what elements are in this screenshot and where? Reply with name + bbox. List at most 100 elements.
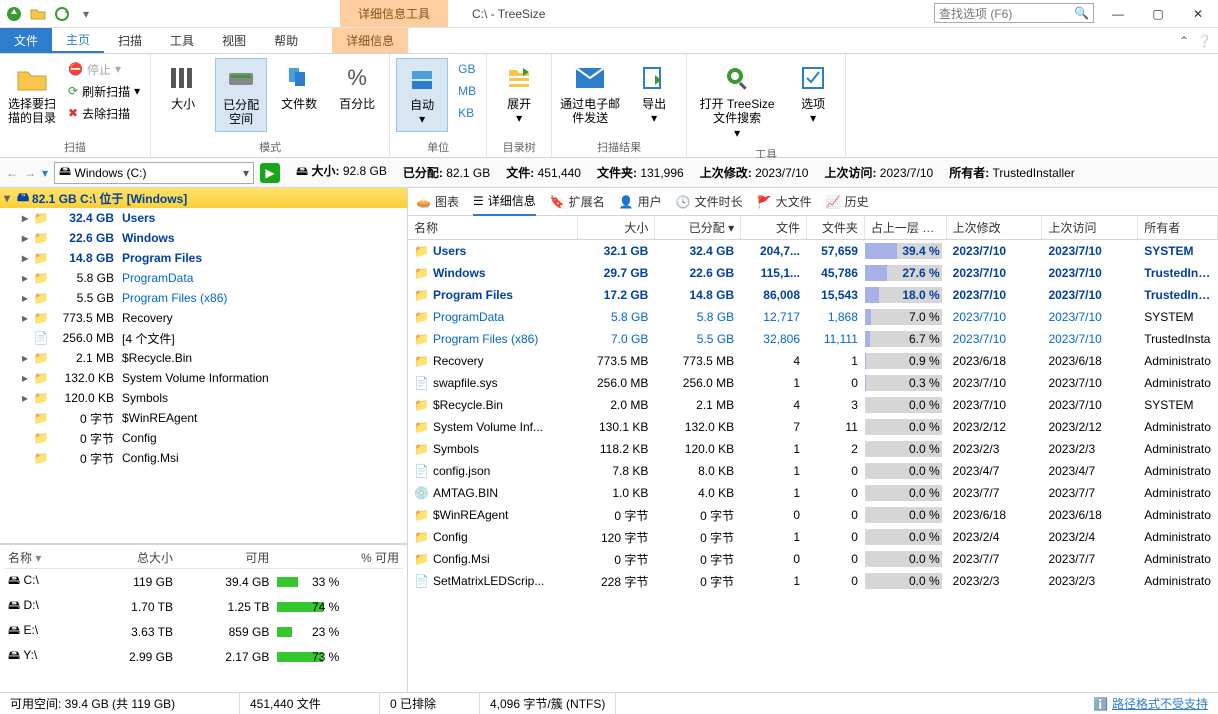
col-alloc[interactable]: 已分配 ▾	[655, 216, 741, 239]
remove-scan-button[interactable]: ✖去除扫描	[64, 102, 144, 124]
drives-col-name[interactable]: 名称 ▾	[4, 547, 81, 569]
drive-combobox[interactable]: 🖴 Windows (C:)▾	[54, 162, 254, 184]
scan-play-button[interactable]: ▶	[260, 163, 280, 183]
help-icon[interactable]: ❔	[1197, 34, 1212, 48]
tree-node[interactable]: 📁0 字节Config	[0, 428, 407, 448]
dtab-big[interactable]: 🚩大文件	[757, 193, 812, 210]
status-warning-link[interactable]: ℹ️路径格式不受支持	[1083, 695, 1218, 712]
table-row[interactable]: 📁Config120 字节0 字节100.0 %2023/2/42023/2/4…	[408, 526, 1218, 548]
table-row[interactable]: 📄config.json7.8 KB8.0 KB100.0 %2023/4/72…	[408, 460, 1218, 482]
tab-view[interactable]: 视图	[208, 28, 260, 53]
tree-node[interactable]: 📄256.0 MB[4 个文件]	[0, 328, 407, 348]
tree-node[interactable]: ▸📁5.8 GBProgramData	[0, 268, 407, 288]
options-search-input[interactable]: 查找选项 (F6) 🔍	[934, 3, 1094, 23]
qat-refresh-icon[interactable]	[52, 4, 72, 24]
table-row[interactable]: 📁Program Files (x86)7.0 GB5.5 GB32,80611…	[408, 328, 1218, 350]
tree-node[interactable]: ▸📁773.5 MBRecovery	[0, 308, 407, 328]
dtab-users[interactable]: 👤用户	[619, 193, 662, 210]
dtab-age[interactable]: 🕓文件时长	[676, 193, 743, 210]
unit-mb-button[interactable]: MB	[454, 80, 480, 102]
dtab-chart[interactable]: 🥧图表	[416, 193, 459, 210]
col-files[interactable]: 文件	[741, 216, 807, 239]
drive-row[interactable]: 🖴 Y:\2.99 GB2.17 GB73 %	[4, 644, 403, 669]
tree-node[interactable]: ▸📁22.6 GBWindows	[0, 228, 407, 248]
unit-kb-button[interactable]: KB	[454, 102, 480, 124]
rescan-button[interactable]: ⟳刷新扫描 ▾	[64, 80, 144, 102]
col-mod[interactable]: 上次修改	[947, 216, 1043, 239]
table-row[interactable]: 📁Program Files17.2 GB14.8 GB86,00815,543…	[408, 284, 1218, 306]
export-button[interactable]: 导出 ▾	[628, 58, 680, 130]
detail-table[interactable]: 名称 大小 已分配 ▾ 文件 文件夹 占上一层 %... 上次修改 上次访问 所…	[408, 216, 1218, 692]
email-button[interactable]: 通过电子邮件发送	[558, 58, 622, 130]
drive-row[interactable]: 🖴 E:\3.63 TB859 GB23 %	[4, 619, 403, 644]
tree-node[interactable]: ▸📁132.0 KBSystem Volume Information	[0, 368, 407, 388]
stop-scan-button[interactable]: ⛔停止 ▾	[64, 58, 144, 80]
table-row[interactable]: 📁ProgramData5.8 GB5.8 GB12,7171,8687.0 %…	[408, 306, 1218, 328]
table-row[interactable]: 📁Windows29.7 GB22.6 GB115,1...45,78627.6…	[408, 262, 1218, 284]
tree-node[interactable]: 📁0 字节$WinREAgent	[0, 408, 407, 428]
tree-root[interactable]: ▾🖴82.1 GB C:\ 位于 [Windows]	[0, 188, 407, 208]
table-row[interactable]: 💿AMTAG.BIN1.0 KB4.0 KB100.0 %2023/7/7202…	[408, 482, 1218, 504]
select-directory-button[interactable]: 选择要扫描的目录	[6, 58, 58, 130]
tab-tools[interactable]: 工具	[156, 28, 208, 53]
col-pct[interactable]: 占上一层 %...	[865, 216, 947, 239]
table-row[interactable]: 📄SetMatrixLEDScrip...228 字节0 字节100.0 %20…	[408, 570, 1218, 592]
unit-gb-button[interactable]: GB	[454, 58, 480, 80]
mode-files-button[interactable]: 文件数	[273, 58, 325, 115]
tree-node[interactable]: ▸📁2.1 MB$Recycle.Bin	[0, 348, 407, 368]
tab-home[interactable]: 主页	[52, 28, 104, 53]
tree-node[interactable]: ▸📁32.4 GBUsers	[0, 208, 407, 228]
maximize-button[interactable]: ▢	[1138, 0, 1178, 27]
qat-open-icon[interactable]	[28, 4, 48, 24]
expand-button[interactable]: 展开 ▾	[493, 58, 545, 130]
tree-node[interactable]: ▸📁5.5 GBProgram Files (x86)	[0, 288, 407, 308]
col-acc[interactable]: 上次访问	[1042, 216, 1138, 239]
tree-node[interactable]: ▸📁120.0 KBSymbols	[0, 388, 407, 408]
open-search-button[interactable]: 打开 TreeSize 文件搜索 ▾	[693, 58, 781, 144]
col-name[interactable]: 名称	[408, 216, 578, 239]
tree-node[interactable]: 📁0 字节Config.Msi	[0, 448, 407, 468]
drives-col-pct[interactable]: % 可用	[273, 547, 403, 569]
col-folders[interactable]: 文件夹	[807, 216, 865, 239]
disc-icon: 💿	[414, 486, 429, 500]
drives-col-total[interactable]: 总大小	[81, 547, 177, 569]
options-button[interactable]: 选项 ▾	[787, 58, 839, 130]
drive-row[interactable]: 🖴 D:\1.70 TB1.25 TB74 %	[4, 594, 403, 619]
tree-node[interactable]: ▸📁14.8 GBProgram Files	[0, 248, 407, 268]
nav-back-icon[interactable]: ←	[6, 166, 18, 180]
folder-tree[interactable]: ▾🖴82.1 GB C:\ 位于 [Windows]▸📁32.4 GBUsers…	[0, 188, 407, 544]
col-own[interactable]: 所有者	[1138, 216, 1218, 239]
mode-percent-button[interactable]: %百分比	[331, 58, 383, 115]
detail-tabs: 🥧图表 ☰详细信息 🔖扩展名 👤用户 🕓文件时长 🚩大文件 📈历史	[408, 188, 1218, 216]
close-button[interactable]: ✕	[1178, 0, 1218, 27]
nav-forward-icon[interactable]: →	[24, 166, 36, 180]
drives-col-free[interactable]: 可用	[177, 547, 273, 569]
tab-details-context[interactable]: 详细信息	[332, 28, 408, 53]
unit-auto-button[interactable]: 自动 ▾	[396, 58, 448, 132]
mode-allocated-button[interactable]: 已分配空间	[215, 58, 267, 132]
collapse-ribbon-icon[interactable]: ⌃	[1179, 34, 1189, 48]
bars-icon	[167, 62, 199, 94]
folder-icon: 📁	[414, 442, 429, 456]
tab-scan[interactable]: 扫描	[104, 28, 156, 53]
dtab-ext[interactable]: 🔖扩展名	[550, 193, 605, 210]
dtab-details[interactable]: ☰详细信息	[473, 188, 536, 216]
table-row[interactable]: 📁Config.Msi0 字节0 字节000.0 %2023/7/72023/7…	[408, 548, 1218, 570]
minimize-button[interactable]: —	[1098, 0, 1138, 27]
table-row[interactable]: 📁$Recycle.Bin2.0 MB2.1 MB430.0 %2023/7/1…	[408, 394, 1218, 416]
table-row[interactable]: 📄swapfile.sys256.0 MB256.0 MB100.3 %2023…	[408, 372, 1218, 394]
qat-dropdown-icon[interactable]: ▾	[76, 4, 96, 24]
dtab-history[interactable]: 📈历史	[826, 193, 869, 210]
drive-row[interactable]: 🖴 C:\119 GB39.4 GB33 %	[4, 569, 403, 595]
tab-file[interactable]: 文件	[0, 28, 52, 53]
mode-size-button[interactable]: 大小	[157, 58, 209, 115]
nav-up-icon[interactable]: ▾	[42, 166, 48, 180]
table-row[interactable]: 📁Symbols118.2 KB120.0 KB120.0 %2023/2/32…	[408, 438, 1218, 460]
table-row[interactable]: 📁System Volume Inf...130.1 KB132.0 KB711…	[408, 416, 1218, 438]
table-row[interactable]: 📁$WinREAgent0 字节0 字节000.0 %2023/6/182023…	[408, 504, 1218, 526]
tab-help[interactable]: 帮助	[260, 28, 312, 53]
table-row[interactable]: 📁Users32.1 GB32.4 GB204,7...57,65939.4 %…	[408, 240, 1218, 262]
table-row[interactable]: 📁Recovery773.5 MB773.5 MB410.9 %2023/6/1…	[408, 350, 1218, 372]
window-controls: — ▢ ✕	[1098, 0, 1218, 27]
col-size[interactable]: 大小	[578, 216, 656, 239]
